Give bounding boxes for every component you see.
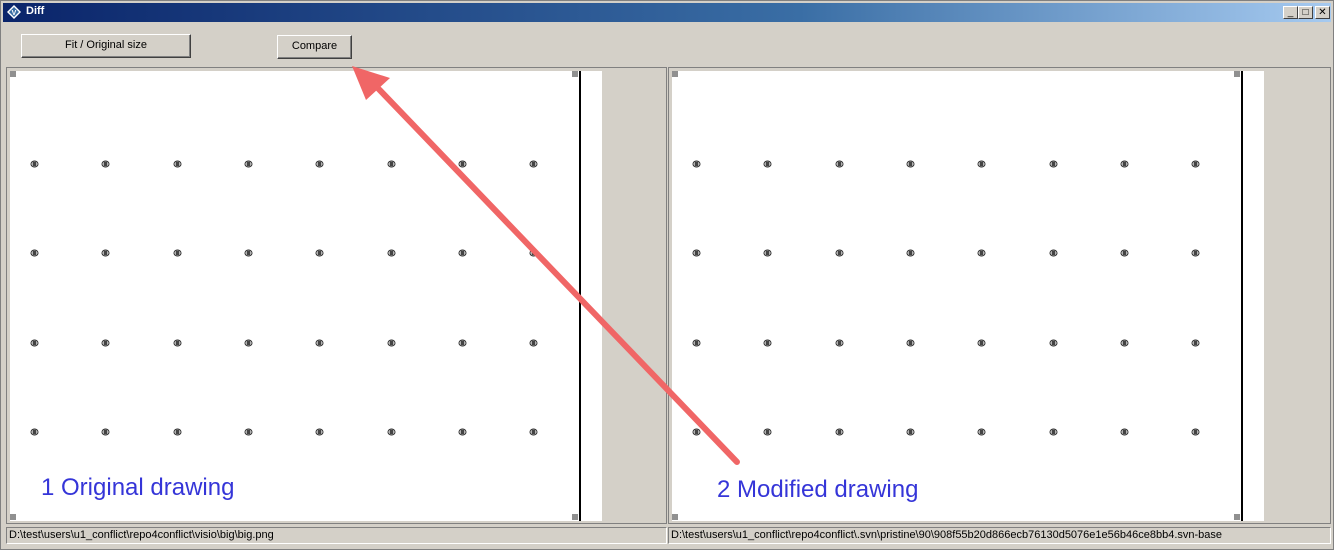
right-scroll-gutter (1244, 71, 1264, 521)
drawing-shape (1049, 428, 1057, 436)
drawing-shape (529, 160, 538, 168)
drawing-shape (977, 249, 986, 257)
drawing-shape (173, 428, 182, 436)
drawing-shape (458, 428, 467, 436)
drawing-shape (763, 339, 772, 347)
drawing-shape (763, 249, 772, 257)
left-corner-br (572, 514, 578, 520)
drawing-shape (387, 339, 395, 347)
right-corner-br (1234, 514, 1240, 520)
drawing-shape (835, 160, 844, 168)
drawing-shape (1191, 160, 1200, 168)
right-corner-tr (1234, 71, 1240, 77)
minimize-icon: _ (1287, 7, 1294, 18)
drawing-shape (906, 249, 915, 257)
drawing-shape (244, 160, 253, 168)
drawing-shape (692, 160, 701, 168)
right-image-panel[interactable]: 2 Modified drawing (668, 67, 1331, 524)
drawing-shape (529, 339, 538, 347)
drawing-shape (244, 339, 253, 347)
left-canvas-edge (579, 71, 581, 521)
drawing-shape (906, 428, 915, 436)
left-corner-tr (572, 71, 578, 77)
drawing-shape (173, 249, 182, 257)
left-corner-bl (10, 514, 16, 520)
drawing-shape (315, 160, 324, 168)
close-icon: ✕ (1318, 7, 1327, 18)
drawing-shape (30, 339, 39, 347)
drawing-shape (1191, 249, 1200, 257)
drawing-shape (173, 339, 182, 347)
toolbar: Fit / Original size Compare (3, 23, 1331, 63)
diff-app-icon: V (7, 5, 21, 19)
drawing-shape (977, 339, 986, 347)
right-canvas-edge (1241, 71, 1243, 521)
drawing-shape (315, 339, 324, 347)
right-file-path: D:\test\users\u1_conflict\repo4conflict\… (668, 527, 1331, 544)
drawing-shape (315, 428, 324, 436)
drawing-shape (977, 160, 986, 168)
drawing-shape (1049, 160, 1057, 168)
drawing-shape (101, 160, 110, 168)
drawing-shape (1120, 428, 1129, 436)
drawing-shape (458, 249, 467, 257)
drawing-shape (977, 428, 986, 436)
close-button[interactable]: ✕ (1315, 6, 1330, 19)
drawing-shape (1191, 339, 1200, 347)
left-file-path: D:\test\users\u1_conflict\repo4conflict\… (6, 527, 667, 544)
minimize-button[interactable]: _ (1283, 6, 1298, 19)
drawing-shape (387, 160, 395, 168)
drawing-shape (835, 339, 844, 347)
left-drawing-canvas: 1 Original drawing (10, 71, 582, 521)
right-drawing-canvas: 2 Modified drawing (672, 71, 1244, 521)
left-caption: 1 Original drawing (41, 474, 235, 501)
right-corner-tl (672, 71, 678, 77)
title-bar[interactable]: V Diff _ □ ✕ (3, 3, 1331, 22)
drawing-shape (906, 160, 915, 168)
drawing-shape (173, 160, 182, 168)
fit-original-size-button[interactable]: Fit / Original size (21, 34, 191, 58)
drawing-shape (692, 339, 701, 347)
drawing-shape (1191, 428, 1200, 436)
drawing-shape (835, 249, 844, 257)
maximize-button[interactable]: □ (1298, 6, 1313, 19)
drawing-shape (1049, 339, 1057, 347)
drawing-shape (244, 428, 253, 436)
drawing-shape (101, 428, 110, 436)
drawing-shape (763, 160, 772, 168)
drawing-shape (1120, 249, 1129, 257)
drawing-shape (1120, 160, 1129, 168)
drawing-shape (101, 249, 110, 257)
left-scroll-gutter (582, 71, 602, 521)
drawing-shape (458, 160, 467, 168)
diff-window: V Diff _ □ ✕ Fit / Original size Compare… (0, 0, 1334, 550)
compare-button[interactable]: Compare (277, 35, 352, 59)
drawing-shape (315, 249, 324, 257)
right-caption: 2 Modified drawing (717, 476, 919, 503)
drawing-shape (101, 339, 110, 347)
left-image-panel[interactable]: 1 Original drawing (6, 67, 667, 524)
drawing-shape (1049, 249, 1057, 257)
drawing-shape (529, 249, 538, 257)
drawing-shape (692, 428, 701, 436)
left-corner-tl (10, 71, 16, 77)
drawing-shape (1120, 339, 1129, 347)
drawing-shape (244, 249, 253, 257)
right-corner-bl (672, 514, 678, 520)
maximize-icon: □ (1302, 7, 1309, 18)
drawing-shape (30, 160, 39, 168)
drawing-shape (30, 249, 39, 257)
window-title: Diff (26, 5, 45, 17)
svg-text:V: V (12, 10, 17, 17)
drawing-shape (458, 339, 467, 347)
drawing-shape (529, 428, 538, 436)
drawing-shape (387, 249, 395, 257)
drawing-shape (835, 428, 844, 436)
drawing-shape (763, 428, 772, 436)
drawing-shape (906, 339, 915, 347)
drawing-shape (692, 249, 701, 257)
drawing-shape (387, 428, 395, 436)
drawing-shape (30, 428, 39, 436)
